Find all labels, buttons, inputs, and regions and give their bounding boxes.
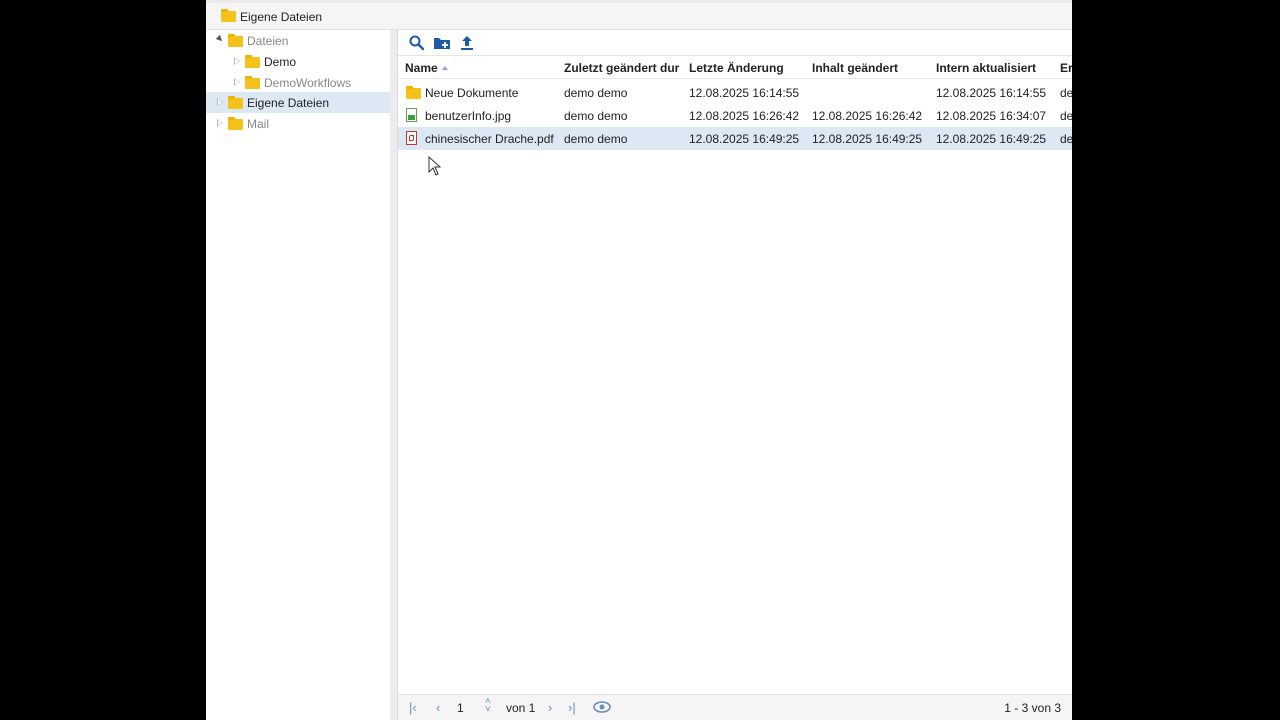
file-list-pane: Name Zuletzt geändert dur Letzte Änderun… [398, 30, 1072, 720]
cell-name: chinesischer Drache.pdf [425, 132, 554, 146]
collapse-arrow-icon[interactable] [234, 78, 240, 86]
folder-icon [221, 9, 236, 22]
mouse-cursor-icon [428, 156, 442, 176]
column-header-label: Name [405, 61, 438, 75]
column-header-created[interactable]: Ers [1060, 61, 1072, 75]
pagination-bar: |‹ ‹ 1 ˄ ˅ von 1 › ›| 1 - 3 von 3 [398, 694, 1072, 720]
folder-icon [228, 96, 243, 109]
cell-internal-updated: 12.08.2025 16:14:55 [936, 86, 1047, 100]
upload-icon[interactable] [458, 34, 476, 52]
tree-item-label: Mail [247, 117, 270, 131]
cell-last-change: 12.08.2025 16:49:25 [689, 132, 800, 146]
toolbar [398, 30, 1072, 55]
column-header-name[interactable]: Name [405, 61, 555, 75]
first-page-icon[interactable]: |‹ [409, 700, 417, 715]
folder-icon [406, 86, 421, 99]
eye-icon[interactable] [593, 701, 611, 716]
column-header-internal-updated[interactable]: Intern aktualisiert [936, 61, 1054, 75]
tree-item-dateien[interactable]: Dateien [206, 30, 390, 51]
folder-tree: Dateien Demo DemoWorkflows Eigene Dateie… [206, 30, 391, 720]
title-bar: Eigene Dateien [206, 0, 1072, 30]
cell-content-changed: 12.08.2025 16:49:25 [812, 132, 923, 146]
tree-item-eigene-dateien[interactable]: Eigene Dateien [206, 92, 390, 113]
column-header-content-changed[interactable]: Inhalt geändert [812, 61, 930, 75]
folder-icon [228, 34, 243, 47]
collapse-arrow-icon[interactable] [217, 119, 223, 127]
grid-header: Name Zuletzt geändert dur Letzte Änderun… [398, 55, 1072, 79]
cell-created: dem [1060, 86, 1072, 100]
sort-ascending-icon [441, 66, 448, 70]
cell-internal-updated: 12.08.2025 16:49:25 [936, 132, 1047, 146]
table-row[interactable]: Neue Dokumente demo demo 12.08.2025 16:1… [398, 81, 1072, 104]
table-row[interactable]: chinesischer Drache.pdf demo demo 12.08.… [398, 127, 1072, 150]
collapse-arrow-icon[interactable] [217, 98, 223, 106]
tree-item-demoworkflows[interactable]: DemoWorkflows [206, 72, 390, 93]
folder-icon [245, 76, 260, 89]
pdf-file-icon [406, 131, 417, 145]
cell-created: dem [1060, 132, 1072, 146]
page-number-input[interactable]: 1 [457, 701, 464, 715]
tree-item-label: Eigene Dateien [247, 96, 330, 110]
column-header-changed-by[interactable]: Zuletzt geändert dur [564, 61, 682, 75]
cell-changed-by: demo demo [564, 109, 628, 123]
table-row[interactable]: benutzerInfo.jpg demo demo 12.08.2025 16… [398, 104, 1072, 127]
search-icon[interactable] [408, 34, 426, 52]
cell-last-change: 12.08.2025 16:26:42 [689, 109, 800, 123]
folder-icon [245, 55, 260, 68]
tree-item-label: Dateien [247, 34, 289, 48]
last-page-icon[interactable]: ›| [568, 700, 576, 715]
folder-icon [228, 117, 243, 130]
tree-item-label: DemoWorkflows [264, 76, 352, 90]
cell-changed-by: demo demo [564, 86, 628, 100]
cell-created: dem [1060, 109, 1072, 123]
pane-splitter[interactable] [390, 30, 398, 720]
next-page-icon[interactable]: › [548, 700, 552, 715]
column-header-last-change[interactable]: Letzte Änderung [689, 61, 807, 75]
cell-name: benutzerInfo.jpg [425, 109, 512, 123]
cell-changed-by: demo demo [564, 132, 628, 146]
tree-item-demo[interactable]: Demo [206, 51, 390, 72]
cell-name: Neue Dokumente [425, 86, 519, 100]
previous-page-icon[interactable]: ‹ [436, 700, 440, 715]
expand-arrow-icon[interactable] [215, 34, 225, 44]
tree-item-mail[interactable]: Mail [206, 113, 390, 134]
tree-item-label: Demo [264, 55, 297, 69]
page-count-label: von 1 [506, 701, 536, 715]
image-file-icon [406, 108, 417, 122]
cell-internal-updated: 12.08.2025 16:34:07 [936, 109, 1047, 123]
result-summary: 1 - 3 von 3 [1004, 701, 1061, 715]
cell-content-changed: 12.08.2025 16:26:42 [812, 109, 923, 123]
page-stepper-icon[interactable]: ˄ ˅ [485, 697, 491, 715]
collapse-arrow-icon[interactable] [234, 57, 240, 65]
cell-last-change: 12.08.2025 16:14:55 [689, 86, 800, 100]
new-folder-icon[interactable] [433, 34, 451, 52]
window-title: Eigene Dateien [240, 10, 323, 24]
file-manager-window: Eigene Dateien Dateien Demo DemoWorkflow… [206, 0, 1072, 720]
